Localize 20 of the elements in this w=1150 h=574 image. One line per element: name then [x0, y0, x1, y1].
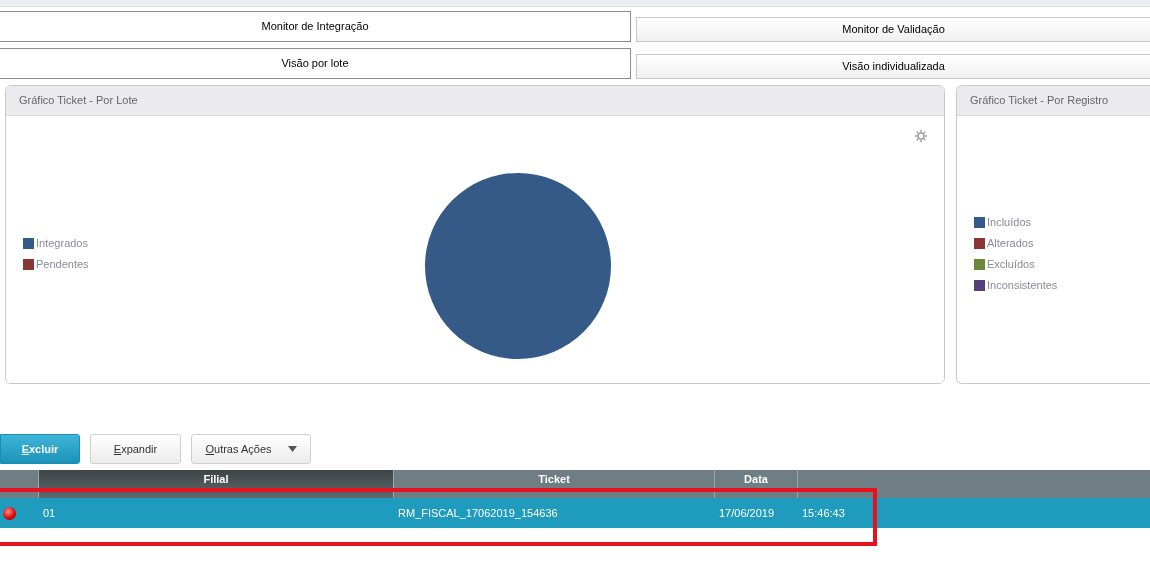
- dropdown-button[interactable]: Outras Ações: [191, 434, 311, 464]
- tab[interactable]: Monitor de Validação: [636, 17, 1150, 42]
- table-cell-text: RM_FISCAL_17062019_154636: [397, 505, 559, 521]
- tab[interactable]: Monitor de Integração: [0, 11, 631, 42]
- panel-title: Gráfico Ticket - Por Registro: [957, 86, 1150, 116]
- legend-label: Alterados: [987, 236, 1034, 250]
- legend-label: Pendentes: [36, 257, 89, 271]
- tab[interactable]: Visão individualizada: [636, 54, 1150, 79]
- table-cell-text: 01: [42, 505, 57, 521]
- legend-label: Integrados: [36, 236, 88, 250]
- table-cell-text: 15:46:43: [801, 505, 845, 521]
- panel-title: Gráfico Ticket - Por Lote: [6, 86, 944, 116]
- table-cell-text: 17/06/2019: [718, 505, 776, 521]
- legend-label: Excluídos: [987, 257, 1035, 271]
- legend-label: Incluídos: [987, 215, 1032, 229]
- tab[interactable]: Visão por lote: [0, 48, 631, 79]
- legend-label: Inconsistentes: [987, 278, 1058, 292]
- button[interactable]: Expandir: [90, 434, 181, 464]
- settings-icon[interactable]: [914, 129, 928, 143]
- caret-icon: [287, 446, 297, 452]
